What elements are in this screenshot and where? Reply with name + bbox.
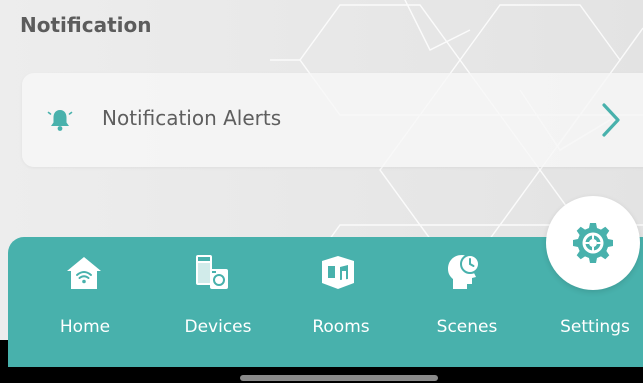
- tab-scenes-label: Scenes: [436, 317, 498, 337]
- tab-devices[interactable]: Devices: [148, 237, 278, 367]
- tab-scenes[interactable]: Scenes: [408, 237, 528, 367]
- tab-devices-label: Devices: [184, 317, 252, 337]
- app-screen: Notification Notification Alerts Home De…: [0, 0, 643, 383]
- scene-head-icon: [444, 252, 484, 292]
- tab-home-label: Home: [59, 317, 111, 337]
- room-icon: [318, 253, 358, 293]
- home-indicator-bar[interactable]: [240, 375, 438, 381]
- notification-alerts-row[interactable]: Notification Alerts: [22, 73, 643, 167]
- gear-icon: [573, 223, 613, 263]
- section-title: Notification: [20, 13, 152, 37]
- settings-active-button[interactable]: [546, 196, 640, 290]
- bell-icon: [47, 107, 73, 133]
- tab-rooms[interactable]: Rooms: [278, 237, 408, 367]
- tab-rooms-label: Rooms: [312, 317, 370, 337]
- home-wifi-icon: [64, 253, 104, 293]
- tab-home[interactable]: Home: [8, 237, 148, 367]
- tab-settings-label: Settings: [560, 317, 630, 337]
- chevron-right-icon: [600, 101, 622, 139]
- devices-icon: [192, 253, 232, 293]
- notification-alerts-label: Notification Alerts: [102, 106, 282, 130]
